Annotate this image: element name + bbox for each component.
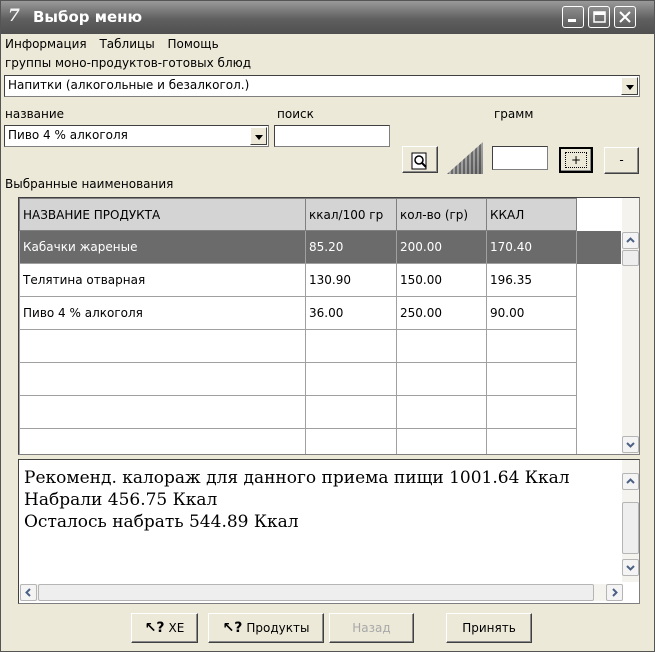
minimize-button[interactable] bbox=[562, 6, 584, 28]
cell-kcal[interactable]: 90.00 bbox=[486, 296, 577, 330]
name-select[interactable]: Пиво 4 % алкоголя bbox=[4, 125, 269, 147]
scroll-down-button[interactable] bbox=[622, 559, 639, 576]
menu-item-info[interactable]: Информация bbox=[5, 37, 87, 51]
chevron-right-icon bbox=[612, 588, 618, 597]
cell-amount[interactable]: 200.00 bbox=[396, 230, 487, 264]
chevron-left-icon bbox=[25, 588, 31, 597]
menu-item-help[interactable]: Помощь bbox=[168, 37, 219, 51]
column-header-amount[interactable]: кол-во (гр) bbox=[396, 198, 487, 231]
memo-recommended-line: Рекоменд. калораж для данного приема пищ… bbox=[24, 468, 570, 488]
scroll-down-button[interactable] bbox=[622, 436, 639, 453]
search-label: поиск bbox=[277, 107, 314, 121]
selected-items-grid: НАЗВАНИЕ ПРОДУКТА ккал/100 гр кол-во (гр… bbox=[18, 197, 640, 455]
scroll-left-button[interactable] bbox=[20, 584, 37, 601]
chevron-down-icon bbox=[626, 442, 635, 448]
window-title: Выбор меню bbox=[33, 8, 143, 26]
close-icon bbox=[619, 11, 631, 23]
cell-kcal-per-100[interactable]: 130.90 bbox=[305, 263, 397, 297]
minimize-icon bbox=[568, 19, 576, 22]
memo-gained-line: Набрали 456.75 Ккал bbox=[24, 490, 218, 510]
chevron-down-icon[interactable] bbox=[250, 127, 267, 145]
close-button[interactable] bbox=[614, 6, 636, 28]
back-button[interactable]: Назад bbox=[329, 613, 414, 643]
accept-button[interactable]: Принять bbox=[446, 613, 532, 643]
items-table: НАЗВАНИЕ ПРОДУКТА ккал/100 гр кол-во (гр… bbox=[19, 198, 622, 454]
cell-amount[interactable]: 150.00 bbox=[396, 263, 487, 297]
cell-kcal-per-100[interactable]: 36.00 bbox=[305, 296, 397, 330]
menu-bar: Информация Таблицы Помощь bbox=[5, 37, 228, 55]
remove-button[interactable]: - bbox=[604, 147, 639, 174]
help-pointer-icon: ↖? bbox=[222, 620, 243, 636]
memo-remaining-line: Осталось набрать 544.89 Ккал bbox=[24, 512, 299, 532]
back-button-label: Назад bbox=[352, 621, 391, 635]
scroll-right-button[interactable] bbox=[606, 584, 623, 601]
column-header-kcal[interactable]: ККАЛ bbox=[486, 198, 577, 231]
menu-item-tables[interactable]: Таблицы bbox=[99, 37, 154, 51]
search-input[interactable] bbox=[274, 125, 390, 147]
chevron-down-icon[interactable] bbox=[621, 77, 638, 95]
scroll-thumb[interactable] bbox=[622, 502, 639, 554]
column-header-kcal-per-100[interactable]: ккал/100 гр bbox=[305, 198, 397, 231]
table-row[interactable]: Кабачки жареные 85.20 200.00 170.40 bbox=[19, 230, 622, 264]
search-button[interactable] bbox=[402, 146, 438, 173]
selected-items-label: Выбранные наименования bbox=[5, 177, 174, 191]
row-filler bbox=[576, 296, 622, 330]
products-help-button[interactable]: ↖? Продукты bbox=[208, 613, 324, 643]
grid-vertical-scrollbar[interactable] bbox=[622, 198, 639, 454]
empty-row[interactable] bbox=[19, 395, 622, 429]
products-button-label: Продукты bbox=[246, 621, 310, 635]
add-button-label: + bbox=[570, 153, 582, 167]
group-select-value: Напитки (алкогольные и безалкогол.) bbox=[8, 78, 250, 92]
title-bar[interactable]: 7 Выбор меню bbox=[1, 1, 654, 34]
table-row[interactable]: Пиво 4 % алкоголя 36.00 250.00 90.00 bbox=[19, 296, 622, 330]
cell-kcal[interactable]: 170.40 bbox=[486, 230, 577, 264]
group-select[interactable]: Напитки (алкогольные и безалкогол.) bbox=[4, 75, 640, 97]
summary-memo[interactable]: Рекоменд. калораж для данного приема пищ… bbox=[18, 459, 640, 604]
help-pointer-icon: ↖? bbox=[144, 620, 165, 636]
scroll-thumb[interactable] bbox=[622, 250, 639, 266]
cell-name[interactable]: Телятина отварная bbox=[19, 263, 306, 297]
memo-horizontal-scrollbar[interactable] bbox=[20, 584, 623, 601]
scroll-up-button[interactable] bbox=[622, 473, 639, 490]
header-filler bbox=[576, 198, 622, 231]
gram-label: грамм bbox=[494, 107, 534, 121]
table-row[interactable]: Телятина отварная 130.90 150.00 196.35 bbox=[19, 263, 622, 297]
scroll-thumb[interactable] bbox=[38, 584, 594, 601]
gradient-graphic bbox=[447, 142, 483, 174]
app-icon: 7 bbox=[8, 6, 20, 26]
remove-button-label: - bbox=[619, 153, 624, 167]
empty-row[interactable] bbox=[19, 362, 622, 396]
chevron-up-icon bbox=[626, 478, 635, 484]
cell-name[interactable]: Пиво 4 % алкоголя bbox=[19, 296, 306, 330]
cell-kcal[interactable]: 196.35 bbox=[486, 263, 577, 297]
gram-input[interactable] bbox=[492, 146, 548, 170]
cell-amount[interactable]: 250.00 bbox=[396, 296, 487, 330]
magnifier-icon bbox=[411, 152, 427, 170]
chevron-down-icon bbox=[626, 565, 635, 571]
group-label: группы моно-продуктов-готовых блюд bbox=[5, 56, 252, 70]
cell-name[interactable]: Кабачки жареные bbox=[19, 230, 306, 264]
row-filler bbox=[576, 263, 622, 297]
column-header-name[interactable]: НАЗВАНИЕ ПРОДУКТА bbox=[19, 198, 306, 231]
chevron-up-icon bbox=[626, 237, 635, 243]
add-button[interactable]: + bbox=[559, 147, 593, 173]
name-label: название bbox=[5, 107, 65, 121]
main-window: 7 Выбор меню Информация Таблицы Помощь г… bbox=[0, 0, 655, 652]
maximize-icon bbox=[593, 11, 606, 23]
xe-help-button[interactable]: ↖? ХЕ bbox=[131, 613, 198, 643]
cell-kcal-per-100[interactable]: 85.20 bbox=[305, 230, 397, 264]
empty-row[interactable] bbox=[19, 428, 622, 454]
maximize-button[interactable] bbox=[588, 6, 610, 28]
row-filler bbox=[576, 230, 622, 264]
xe-button-label: ХЕ bbox=[168, 621, 185, 635]
memo-vertical-scrollbar[interactable] bbox=[622, 460, 639, 582]
accept-button-label: Принять bbox=[462, 621, 516, 635]
empty-row[interactable] bbox=[19, 329, 622, 363]
name-select-value: Пиво 4 % алкоголя bbox=[8, 128, 128, 142]
scroll-up-button[interactable] bbox=[622, 232, 639, 249]
